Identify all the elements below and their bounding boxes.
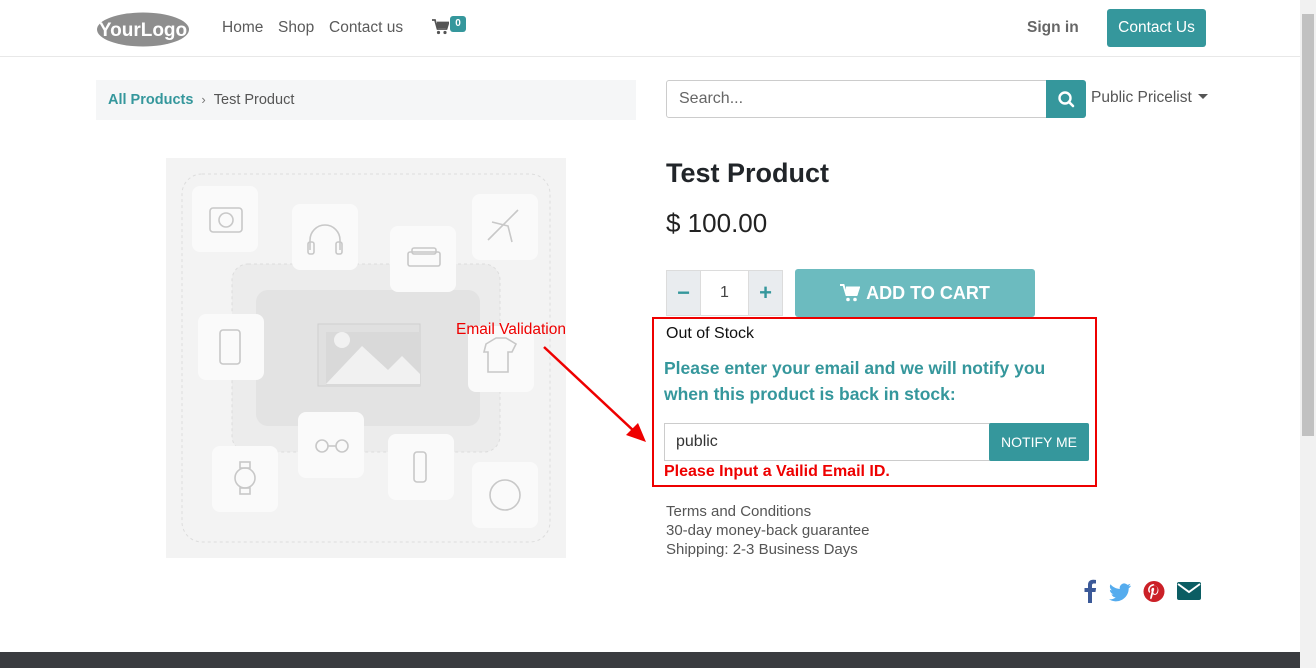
breadcrumb-current: Test Product (213, 92, 295, 108)
header: YourLogo Home Shop Contact us 0 Sign in … (0, 0, 1300, 57)
pricelist-label: Public Pricelist (1091, 89, 1192, 106)
add-to-cart-label: ADD TO CART (866, 283, 990, 303)
search-input[interactable]: Search... (666, 80, 1047, 118)
cart-count-badge: 0 (450, 16, 466, 32)
terms-link[interactable]: Terms and Conditions (666, 502, 869, 521)
cart-icon[interactable] (432, 19, 450, 40)
footer (0, 652, 1300, 668)
out-of-stock-panel: Out of Stock Please enter your email and… (652, 317, 1097, 487)
scrollbar-thumb[interactable] (1302, 14, 1314, 436)
signin-link[interactable]: Sign in (1027, 19, 1079, 37)
shipping-text: Shipping: 2-3 Business Days (666, 541, 858, 558)
search-button[interactable] (1046, 80, 1086, 118)
notify-email-input[interactable]: public (664, 423, 991, 461)
product-image (166, 158, 566, 558)
nav-home[interactable]: Home (222, 19, 263, 37)
pricelist-dropdown[interactable]: Public Pricelist (1091, 89, 1208, 107)
chevron-right-icon: › (201, 92, 206, 107)
quantity-increase-button[interactable]: + (748, 270, 783, 316)
nav-shop[interactable]: Shop (278, 19, 314, 37)
contact-us-button[interactable]: Contact Us (1107, 9, 1206, 47)
annotation-arrow (543, 346, 646, 442)
email-icon[interactable] (1176, 579, 1202, 608)
notify-message: Please enter your email and we will noti… (664, 358, 1046, 404)
twitter-icon[interactable] (1109, 579, 1131, 608)
caret-down-icon (1197, 94, 1208, 99)
money-back-text: 30-day money-back guarantee (666, 522, 870, 539)
product-page: YourLogo Home Shop Contact us 0 Sign in … (0, 0, 1316, 668)
quantity-decrease-button[interactable]: − (666, 270, 701, 316)
product-title: Test Product (666, 158, 830, 188)
add-to-cart-button[interactable]: ADD TO CART (795, 269, 1035, 317)
email-error-message: Please Input a Vailid Email ID. (664, 463, 890, 480)
breadcrumb-all-products[interactable]: All Products (108, 92, 193, 108)
cart-icon (840, 284, 861, 302)
nav-contact-us[interactable]: Contact us (329, 19, 403, 37)
search-icon (1058, 91, 1075, 108)
logo[interactable]: YourLogo (96, 12, 190, 47)
breadcrumb: All Products › Test Product (96, 80, 636, 120)
annotation-label: Email Validation (456, 321, 566, 338)
quantity-input[interactable]: 1 (701, 270, 748, 316)
stock-status: Out of Stock (666, 325, 755, 342)
pinterest-icon[interactable] (1143, 579, 1165, 608)
svg-text:YourLogo: YourLogo (99, 20, 187, 41)
product-price: $ 100.00 (666, 208, 768, 238)
facebook-icon[interactable] (1083, 579, 1097, 608)
notify-me-button[interactable]: NOTIFY ME (989, 423, 1089, 461)
product-terms: Terms and Conditions 30-day money-back g… (666, 502, 869, 559)
